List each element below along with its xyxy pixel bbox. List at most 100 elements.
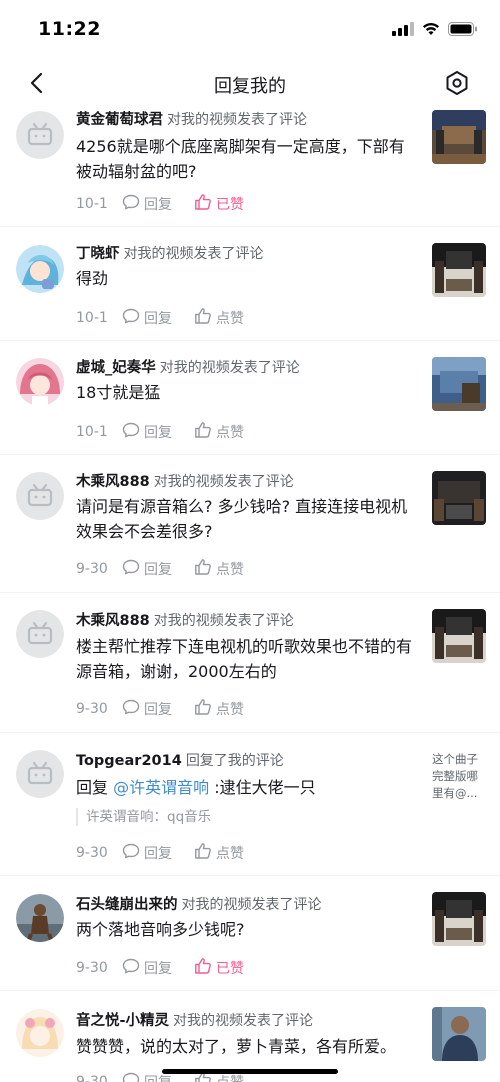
thumbs-up-icon xyxy=(194,421,212,443)
thumbs-up-icon xyxy=(194,957,212,979)
like-label: 点赞 xyxy=(216,562,244,578)
comment-text[interactable]: 楼主帮忙推荐下连电视机的听歌效果也不错的有源音箱，谢谢，2000左右的 xyxy=(76,634,414,684)
like-button[interactable]: 已赞 xyxy=(194,957,244,979)
action-row: 9-30 回复 点赞 xyxy=(76,842,266,864)
reply-button[interactable]: 回复 xyxy=(122,958,172,978)
action-row: 9-30 回复 已赞 xyxy=(76,957,266,979)
comment-icon xyxy=(122,958,140,978)
avatar[interactable] xyxy=(16,750,64,798)
hexagon-settings-icon xyxy=(444,70,470,100)
comment-icon xyxy=(122,559,140,579)
avatar[interactable] xyxy=(16,894,64,942)
like-button[interactable]: 点赞 xyxy=(194,842,244,864)
avatar[interactable] xyxy=(16,1009,64,1057)
original-comment-preview[interactable]: 这个曲子完整版哪里有@... xyxy=(432,751,486,802)
date: 9-30 xyxy=(76,701,108,717)
comment-text[interactable]: 赞赞赞，说的太对了，萝卜青菜，各有所爱。 xyxy=(76,1034,428,1059)
comment-text[interactable]: 两个落地音响多少钱呢? xyxy=(76,917,414,942)
mention-link[interactable]: @许英谓音响 xyxy=(113,778,209,797)
meta-line: 虚城_妃奏华 对我的视频发表了评论 xyxy=(76,356,300,377)
meta-line: 黄金葡萄球君 对我的视频发表了评论 xyxy=(76,108,307,129)
reply-button[interactable]: 回复 xyxy=(122,559,172,579)
video-thumbnail[interactable] xyxy=(432,110,486,164)
action-text: 对我的视频发表了评论 xyxy=(173,1013,314,1029)
like-label: 已赞 xyxy=(216,961,244,977)
comment-text[interactable]: 请问是有源音箱么? 多少钱哈? 直接连接电视机效果会不会差很多? xyxy=(76,494,414,544)
video-thumbnail[interactable] xyxy=(432,357,486,411)
action-text: 对我的视频发表了评论 xyxy=(181,897,322,913)
thumbs-up-icon xyxy=(194,842,212,864)
like-button[interactable]: 点赞 xyxy=(194,421,244,443)
username[interactable]: 黄金葡萄球君 xyxy=(76,112,163,128)
date: 10-1 xyxy=(76,310,108,326)
video-thumbnail[interactable] xyxy=(432,609,486,663)
like-button[interactable]: 点赞 xyxy=(194,698,244,720)
reply-button[interactable]: 回复 xyxy=(122,194,172,214)
video-thumbnail[interactable] xyxy=(432,1007,486,1061)
list-item[interactable]: 石头缝崩出来的 对我的视频发表了评论 两个落地音响多少钱呢? 9-30 回复 已赞 xyxy=(0,876,500,991)
avatar[interactable] xyxy=(16,358,64,406)
comment-text[interactable]: 18寸就是猛 xyxy=(76,380,414,405)
list-item[interactable]: 木乘风888 对我的视频发表了评论 请问是有源音箱么? 多少钱哈? 直接连接电视机… xyxy=(0,455,500,593)
quoted-comment[interactable]: 许英谓音响：qq音乐 xyxy=(76,808,414,826)
comment-text[interactable]: 4256就是哪个底座离脚架有一定高度，下部有被动辐射盆的吧? xyxy=(76,134,414,184)
meta-line: 木乘风888 对我的视频发表了评论 xyxy=(76,609,294,630)
status-bar: 11:22 xyxy=(0,0,500,60)
thumbs-up-icon xyxy=(194,193,212,215)
list-item[interactable]: Topgear2014 回复了我的评论 回复 @许英谓音响 :逮住大佬一只 许英谓… xyxy=(0,733,500,876)
username[interactable]: Topgear2014 xyxy=(76,753,182,769)
action-text: 对我的视频发表了评论 xyxy=(123,246,264,262)
like-label: 点赞 xyxy=(216,425,244,441)
status-icons xyxy=(392,21,478,40)
reply-button[interactable]: 回复 xyxy=(122,843,172,863)
reply-button[interactable]: 回复 xyxy=(122,699,172,719)
meta-line: Topgear2014 回复了我的评论 xyxy=(76,750,284,770)
comment-text[interactable]: 回复 @许英谓音响 :逮住大佬一只 xyxy=(76,775,414,800)
like-label: 已赞 xyxy=(216,197,244,213)
username[interactable]: 石头缝崩出来的 xyxy=(76,897,178,913)
like-button[interactable]: 已赞 xyxy=(194,193,244,215)
video-thumbnail[interactable] xyxy=(432,892,486,946)
username[interactable]: 音之悦-小精灵 xyxy=(76,1013,169,1029)
action-row: 10-1 回复 点赞 xyxy=(76,307,266,329)
meta-line: 石头缝崩出来的 对我的视频发表了评论 xyxy=(76,893,322,914)
avatar[interactable] xyxy=(16,111,64,159)
action-text: 对我的视频发表了评论 xyxy=(159,360,300,376)
video-thumbnail[interactable] xyxy=(432,243,486,297)
avatar[interactable] xyxy=(16,610,64,658)
thumbs-up-icon xyxy=(194,698,212,720)
date: 9-30 xyxy=(76,845,108,861)
list-item[interactable]: 木乘风888 对我的视频发表了评论 楼主帮忙推荐下连电视机的听歌效果也不错的有源音… xyxy=(0,593,500,733)
thumbs-up-icon xyxy=(194,307,212,329)
meta-line: 音之悦-小精灵 对我的视频发表了评论 xyxy=(76,1009,313,1030)
list-item[interactable]: 黄金葡萄球君 对我的视频发表了评论 4256就是哪个底座离脚架有一定高度，下部有被… xyxy=(0,108,500,227)
like-button[interactable]: 点赞 xyxy=(194,307,244,329)
like-label: 点赞 xyxy=(216,846,244,862)
avatar[interactable] xyxy=(16,245,64,293)
username[interactable]: 丁晓虾 xyxy=(76,246,120,262)
reply-button[interactable]: 回复 xyxy=(122,308,172,328)
list-item[interactable]: 丁晓虾 对我的视频发表了评论 得劲 10-1 回复 点赞 xyxy=(0,227,500,341)
list-item[interactable]: 虚城_妃奏华 对我的视频发表了评论 18寸就是猛 10-1 回复 点赞 xyxy=(0,341,500,455)
comment-icon xyxy=(122,1072,140,1082)
like-button[interactable]: 点赞 xyxy=(194,558,244,580)
username[interactable]: 木乘风888 xyxy=(76,613,150,629)
date: 9-30 xyxy=(76,1074,108,1082)
avatar[interactable] xyxy=(16,472,64,520)
comment-icon xyxy=(122,422,140,442)
reply-label: 回复 xyxy=(144,702,172,718)
settings-button[interactable] xyxy=(442,70,472,100)
home-indicator[interactable] xyxy=(162,1069,338,1074)
comment-icon xyxy=(122,843,140,863)
action-row: 10-1 回复 已赞 xyxy=(76,193,266,215)
like-label: 点赞 xyxy=(216,311,244,327)
reply-label: 回复 xyxy=(144,846,172,862)
username[interactable]: 虚城_妃奏华 xyxy=(76,360,156,376)
comment-icon xyxy=(122,194,140,214)
reply-button[interactable]: 回复 xyxy=(122,422,172,442)
video-thumbnail[interactable] xyxy=(432,471,486,525)
reply-label: 回复 xyxy=(144,311,172,327)
action-text: 回复了我的评论 xyxy=(185,753,284,769)
comment-text[interactable]: 得劲 xyxy=(76,266,414,291)
username[interactable]: 木乘风888 xyxy=(76,474,150,490)
